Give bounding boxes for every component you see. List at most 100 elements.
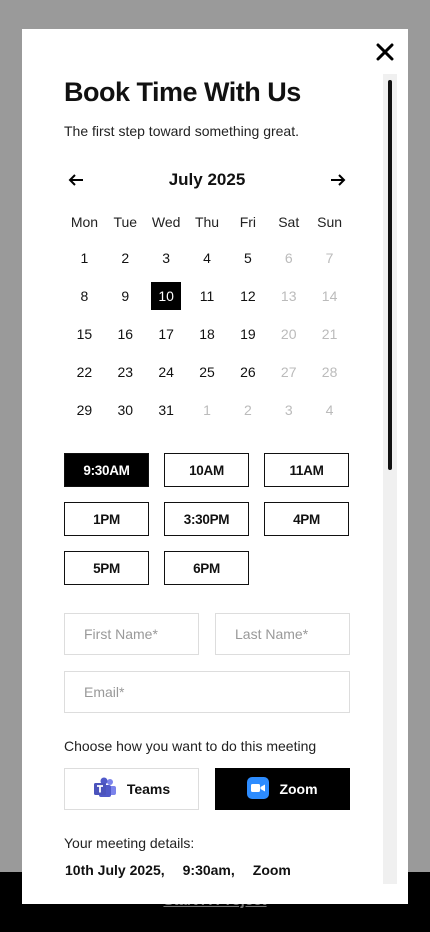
weekday-label: Fri	[239, 214, 257, 230]
weekday-label: Sat	[278, 214, 300, 230]
last-name-field[interactable]: Last Name*	[215, 613, 350, 655]
calendar-day[interactable]: 2	[105, 244, 146, 272]
close-icon[interactable]	[372, 39, 398, 65]
calendar-week: 29 30 31 1 2 3 4	[64, 391, 350, 429]
calendar-day[interactable]: 18	[187, 320, 228, 348]
month-label: July 2025	[168, 170, 246, 189]
calendar-day[interactable]: 8	[64, 282, 105, 310]
calendar-day-number: 15	[76, 326, 93, 342]
calendar-day[interactable]: 15	[64, 320, 105, 348]
time-slot-button[interactable]: 1PM	[64, 502, 149, 536]
calendar-day-number: 11	[199, 288, 215, 304]
calendar-day-number: 18	[199, 326, 215, 342]
calendar-day[interactable]: 24	[146, 358, 187, 386]
calendar-day-number: 24	[158, 364, 174, 380]
first-name-placeholder: First Name*	[84, 626, 158, 642]
calendar-day-number: 4	[325, 402, 334, 418]
scrollbar-thumb[interactable]	[388, 80, 392, 470]
calendar-day[interactable]: 12	[227, 282, 268, 310]
calendar-day: 13	[268, 282, 309, 310]
last-name-placeholder: Last Name*	[235, 626, 309, 642]
calendar-day-number: 21	[321, 326, 338, 342]
teams-label: Teams	[126, 781, 171, 797]
calendar-day[interactable]: 26	[227, 358, 268, 386]
time-slot-button[interactable]: 11AM	[264, 453, 349, 487]
calendar-day-number: 25	[199, 364, 215, 380]
calendar-day-number: 1	[203, 402, 211, 418]
page-title: Book Time With Us	[64, 77, 301, 107]
calendar-day-number: 6	[284, 250, 293, 266]
calendar-day-number: 4	[203, 250, 211, 266]
weekday-label: Sun	[317, 214, 343, 230]
calendar-day-number: 3	[284, 402, 293, 418]
calendar-day[interactable]: 16	[105, 320, 146, 348]
calendar-day[interactable]: 5	[227, 244, 268, 272]
zoom-label: Zoom	[279, 781, 318, 797]
calendar-day-number: 10	[151, 282, 182, 310]
scrollbar[interactable]	[383, 74, 397, 884]
calendar-day-number: 2	[121, 250, 130, 266]
time-slot-button[interactable]: 6PM	[164, 551, 249, 585]
calendar-day: 21	[309, 320, 350, 348]
calendar-day-number: 22	[76, 364, 93, 380]
calendar-day[interactable]: 17	[146, 320, 187, 348]
calendar-day-number: 1	[80, 250, 89, 266]
calendar-day-number: 16	[117, 326, 134, 342]
details-time: 9:30am,	[182, 862, 235, 878]
weekday-header: Mon Tue Wed Thu Fri Sat Sun	[64, 214, 350, 230]
calendar-day[interactable]: 4	[187, 244, 228, 272]
calendar-day-number: 31	[158, 402, 174, 418]
calendar-day-number: 2	[243, 402, 252, 418]
email-field[interactable]: Email*	[64, 671, 350, 713]
calendar-day-number: 26	[240, 364, 256, 380]
calendar-day-number: 29	[76, 402, 93, 418]
calendar-week: 8 9 10 11 12 13 14	[64, 277, 350, 315]
meeting-details: 10th July 2025, 9:30am, Zoom	[65, 862, 291, 878]
calendar-day: 4	[309, 396, 350, 424]
details-label: Your meeting details:	[64, 835, 195, 851]
calendar-day: 27	[268, 358, 309, 386]
time-slot-button[interactable]: 4PM	[264, 502, 349, 536]
calendar-day[interactable]: 19	[227, 320, 268, 348]
zoom-icon	[247, 776, 270, 802]
weekday-label: Mon	[70, 214, 99, 230]
calendar-day[interactable]: 3	[146, 244, 187, 272]
calendar-day-number: 28	[321, 364, 338, 380]
subtitle: The first step toward something great.	[64, 123, 299, 139]
calendar-day-number: 7	[325, 250, 334, 266]
calendar-day[interactable]: 29	[64, 396, 105, 424]
calendar-day-number: 17	[158, 326, 174, 342]
first-name-field[interactable]: First Name*	[64, 613, 199, 655]
calendar-day[interactable]: 31	[146, 396, 187, 424]
zoom-button[interactable]: Zoom	[215, 768, 350, 810]
time-slot-button[interactable]: 5PM	[64, 551, 149, 585]
weekday-label: Thu	[194, 214, 220, 230]
time-slot-button[interactable]: 10AM	[164, 453, 249, 487]
calendar-day[interactable]: 23	[105, 358, 146, 386]
calendar-day[interactable]: 11	[187, 282, 228, 310]
calendar-day: 3	[268, 396, 309, 424]
calendar-day[interactable]: 10	[146, 282, 187, 310]
calendar-day[interactable]: 22	[64, 358, 105, 386]
teams-button[interactable]: Teams	[64, 768, 199, 810]
calendar-day[interactable]: 1	[64, 244, 105, 272]
calendar-day[interactable]: 25	[187, 358, 228, 386]
details-platform: Zoom	[252, 862, 291, 878]
calendar-day-number: 30	[117, 402, 134, 418]
calendar-day-number: 3	[162, 250, 171, 266]
arrow-right-icon[interactable]	[326, 169, 350, 191]
calendar-day-number: 20	[280, 326, 297, 342]
calendar-day[interactable]: 9	[105, 282, 146, 310]
calendar-day[interactable]: 30	[105, 396, 146, 424]
time-slot-button[interactable]: 3:30PM	[164, 502, 249, 536]
weekday-label: Tue	[113, 214, 138, 230]
calendar-day-number: 27	[280, 364, 297, 380]
calendar-day-number: 13	[280, 288, 297, 304]
calendar-header: July 2025	[64, 169, 350, 191]
booking-modal: Book Time With Us The first step toward …	[22, 29, 408, 904]
calendar-week: 15 16 17 18 19 20 21	[64, 315, 350, 353]
calendar-day: 28	[309, 358, 350, 386]
arrow-left-icon[interactable]	[64, 169, 88, 191]
weekday-label: Wed	[151, 214, 181, 230]
time-slot-button[interactable]: 9:30AM	[64, 453, 149, 487]
